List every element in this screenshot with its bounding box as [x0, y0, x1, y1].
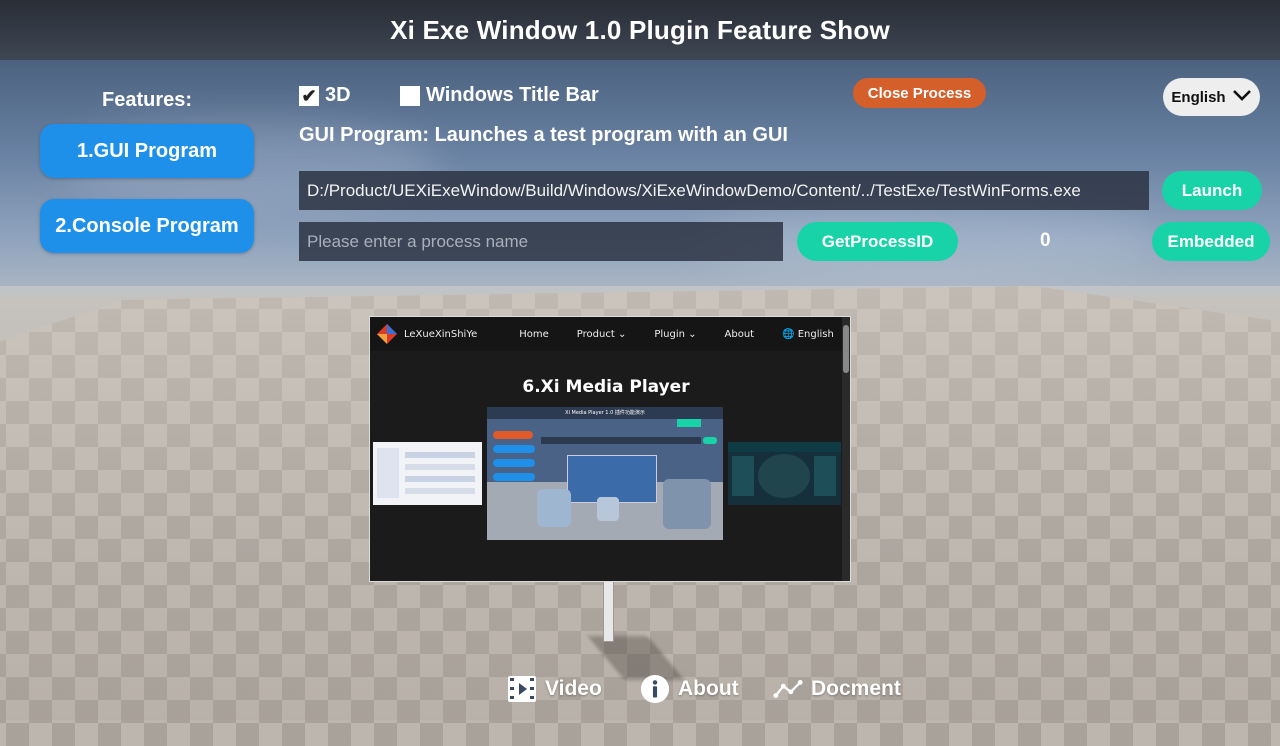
web-nav-about[interactable]: About [725, 329, 755, 340]
features-label: Features: [102, 89, 193, 111]
web-navbar: LeXueXinShiYe Home Product ⌄ Plugin ⌄ Ab… [370, 317, 842, 351]
gui-program-button[interactable]: 1.GUI Program [40, 124, 254, 178]
carousel-slide-center[interactable]: Xi Media Player 1.0 插件功能演示 [487, 407, 723, 540]
launch-button[interactable]: Launch [1162, 171, 1262, 210]
exe-path-text: D:/Product/UEXiExeWindow/Build/Windows/X… [307, 180, 1081, 200]
web-nav-language[interactable]: 🌐 English [782, 329, 834, 340]
web-heading: 6.Xi Media Player [522, 377, 690, 397]
language-dropdown[interactable]: English [1163, 78, 1260, 116]
exe-path-field[interactable]: D:/Product/UEXiExeWindow/Build/Windows/X… [299, 171, 1149, 210]
scroll-thumb[interactable] [843, 325, 849, 373]
about-label: About [678, 677, 739, 700]
document-link[interactable]: Docment [773, 674, 901, 704]
checkbox-titlebar-label: Windows Title Bar [426, 84, 599, 106]
carousel-slide-right[interactable] [728, 442, 841, 505]
checkbox-windows-title-bar[interactable]: Windows Title Bar [400, 84, 599, 107]
language-selected: English [1171, 88, 1226, 106]
embedded-window[interactable]: LeXueXinShiYe Home Product ⌄ Plugin ⌄ Ab… [369, 316, 851, 582]
web-brand: LeXueXinShiYe [404, 328, 478, 340]
web-nav-product-label: Product [576, 328, 615, 340]
about-link[interactable]: About [640, 674, 739, 704]
web-nav-language-label: English [797, 328, 834, 340]
document-label: Docment [811, 677, 901, 700]
info-icon [640, 674, 670, 704]
console-program-button[interactable]: 2.Console Program [40, 199, 254, 253]
carousel-slide-left[interactable] [373, 442, 482, 505]
embedded-button[interactable]: Embedded [1152, 222, 1270, 261]
screen-stand [603, 580, 614, 642]
web-nav-product[interactable]: Product ⌄ [577, 329, 627, 340]
web-nav-home[interactable]: Home [519, 329, 549, 340]
close-process-button[interactable]: Close Process [853, 78, 986, 108]
process-id-value: 0 [1040, 230, 1051, 251]
web-nav-plugin[interactable]: Plugin ⌄ [654, 329, 696, 340]
mode-description: GUI Program: Launches a test program wit… [299, 124, 788, 146]
checkbox-3d[interactable]: ✔ 3D [299, 84, 351, 107]
web-scrollbar[interactable] [842, 317, 850, 581]
video-icon [507, 674, 537, 704]
chevron-down-icon [1232, 88, 1252, 106]
slide-title: Xi Media Player 1.0 插件功能演示 [487, 407, 723, 419]
page-title: Xi Exe Window 1.0 Plugin Feature Show [390, 14, 890, 45]
video-link[interactable]: Video [507, 674, 602, 704]
process-name-input[interactable] [299, 222, 783, 261]
get-process-id-button[interactable]: GetProcessID [797, 222, 958, 261]
web-nav-plugin-label: Plugin [654, 328, 685, 340]
brand-logo-icon [376, 323, 398, 345]
video-label: Video [545, 677, 602, 700]
chart-line-icon [773, 674, 803, 704]
unchecked-box-icon [400, 85, 420, 106]
check-icon: ✔ [299, 85, 319, 106]
checkbox-3d-label: 3D [325, 84, 351, 106]
title-bar: Xi Exe Window 1.0 Plugin Feature Show [0, 0, 1280, 60]
